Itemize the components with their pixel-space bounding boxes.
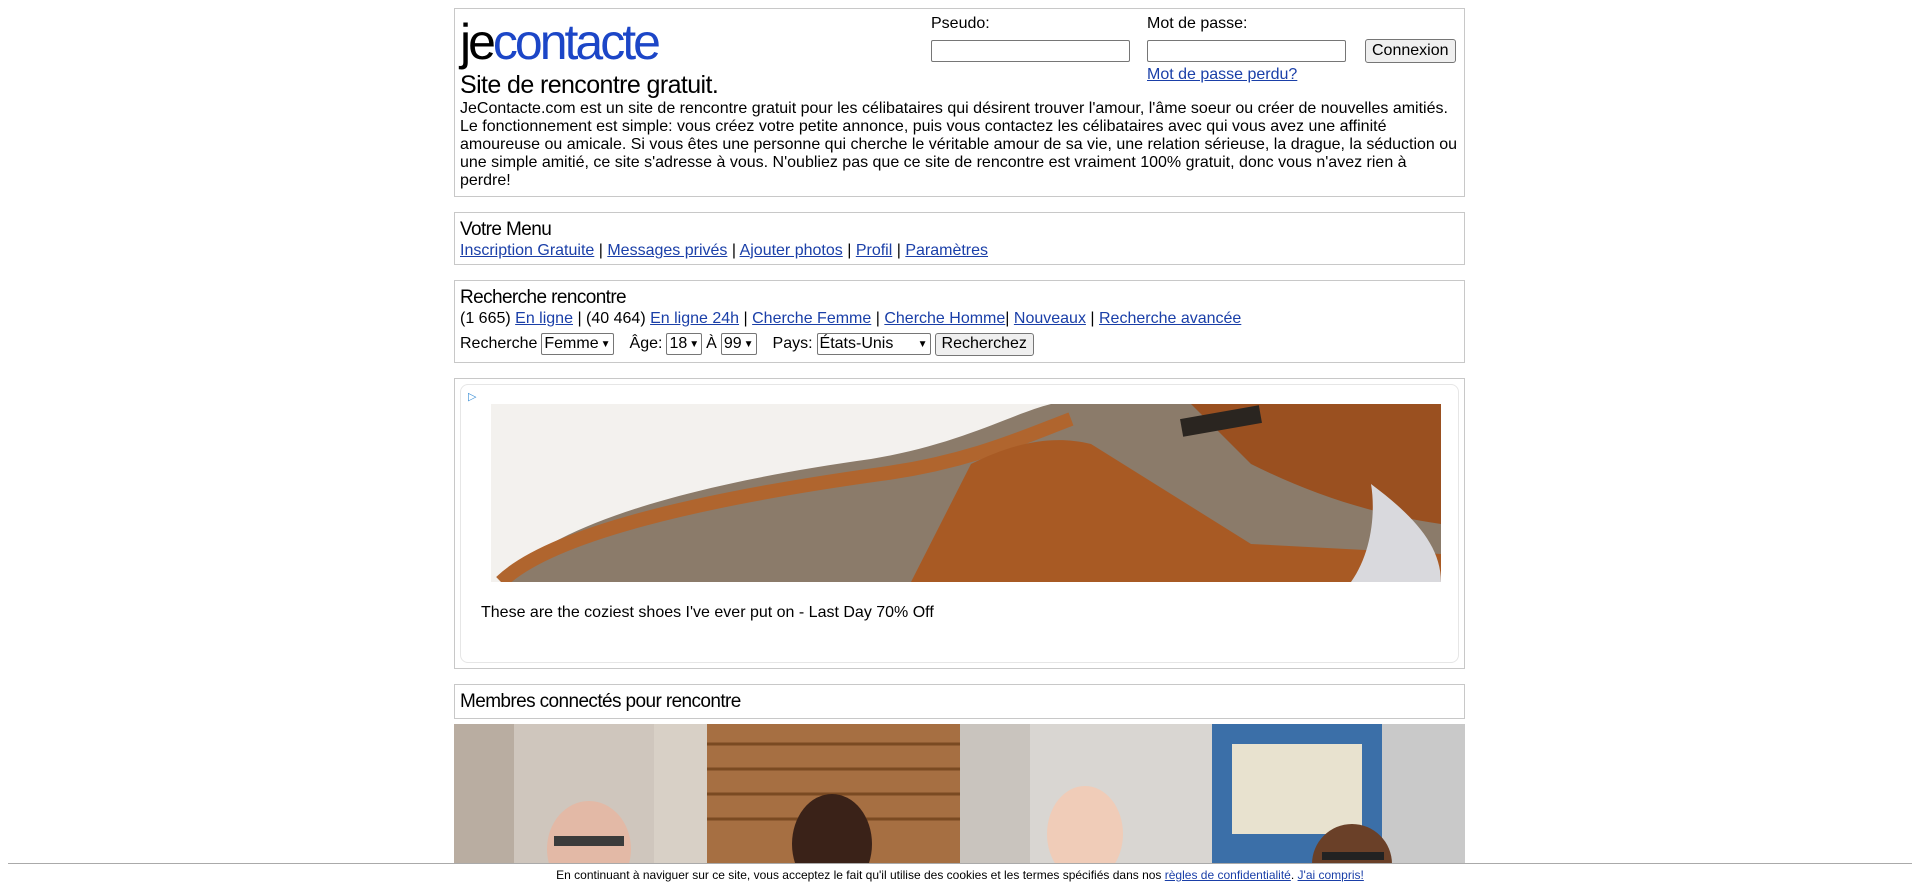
member-photo[interactable]	[454, 724, 707, 884]
chevron-down-icon: ▼	[600, 338, 611, 350]
separator: |	[1005, 310, 1010, 327]
tagline: Site de rencontre gratuit.	[460, 71, 719, 99]
separator: |	[896, 242, 901, 259]
search-quick-links: (1 665) En ligne | (40 464) En ligne 24h…	[460, 309, 1459, 329]
login-button[interactable]: Connexion	[1365, 39, 1456, 63]
menu-item-messages[interactable]: Messages privés	[607, 242, 727, 259]
members-header: Membres connectés pour rencontre	[454, 684, 1465, 719]
country-label: Pays:	[772, 335, 813, 352]
pseudo-label: Pseudo:	[931, 15, 990, 32]
intro-text: JeContacte.com est un site de rencontre …	[460, 100, 1458, 189]
menu-links: Inscription Gratuite | Messages privés |…	[460, 241, 1459, 261]
age-max-select[interactable]: 99 ▼	[720, 333, 757, 355]
shoe-image[interactable]	[491, 404, 1441, 582]
search-women-link[interactable]: Cherche Femme	[752, 310, 871, 327]
chevron-down-icon: ▼	[689, 338, 700, 350]
lost-password-link[interactable]: Mot de passe perdu?	[1147, 66, 1297, 84]
cookie-text: En continuant à naviguer sur ce site, vo…	[556, 868, 1162, 882]
logo-part2: contacte	[492, 14, 661, 70]
age-min-value: 18	[669, 335, 688, 352]
online24-link[interactable]: En ligne 24h	[650, 310, 739, 327]
password-input[interactable]	[1147, 40, 1346, 62]
site-logo[interactable]: jecontacte	[460, 14, 661, 70]
country-value: États-Unis	[819, 335, 894, 352]
separator: |	[847, 242, 852, 259]
member-photo[interactable]	[959, 724, 1213, 884]
chevron-down-icon: ▼	[917, 338, 928, 350]
separator: |	[875, 310, 880, 327]
password-label: Mot de passe:	[1147, 15, 1248, 32]
search-title: Recherche rencontre	[460, 287, 627, 308]
gender-value: Femme	[544, 335, 599, 352]
separator: |	[577, 310, 582, 327]
gender-select[interactable]: Femme ▼	[541, 333, 614, 355]
age-to-label: À	[706, 335, 717, 352]
page-container: jecontacte Site de rencontre gratuit. Ps…	[454, 8, 1465, 884]
cookie-accept-link[interactable]: J'ai compris!	[1298, 868, 1364, 882]
menu-item-inscription[interactable]: Inscription Gratuite	[460, 242, 594, 259]
separator: |	[598, 242, 603, 259]
advanced-search-link[interactable]: Recherche avancée	[1099, 310, 1241, 327]
ad-caption[interactable]: These are the coziest shoes I've ever pu…	[481, 604, 934, 622]
new-members-link[interactable]: Nouveaux	[1014, 310, 1086, 327]
ad-choices-icon[interactable]: ▷	[468, 390, 476, 403]
user-menu: Votre Menu Inscription Gratuite | Messag…	[454, 212, 1465, 265]
search-form: Recherche Femme ▼ Âge: 18 ▼ À 99 ▼ Pays:…	[460, 332, 1459, 356]
pseudo-input[interactable]	[931, 40, 1130, 62]
cookie-period: .	[1290, 868, 1295, 882]
ad-card[interactable]: ▷ These are the coziest shoes I've ever …	[460, 384, 1459, 663]
age-label: Âge:	[629, 335, 663, 352]
age-max-value: 99	[723, 335, 742, 352]
search-men-link[interactable]: Cherche Homme	[884, 310, 1005, 327]
separator: |	[743, 310, 748, 327]
menu-title: Votre Menu	[460, 219, 552, 240]
members-title: Membres connectés pour rencontre	[460, 691, 741, 712]
site-header: jecontacte Site de rencontre gratuit. Ps…	[454, 8, 1465, 197]
separator: |	[731, 242, 736, 259]
menu-item-profil[interactable]: Profil	[856, 242, 892, 259]
search-panel: Recherche rencontre (1 665) En ligne | (…	[454, 280, 1465, 363]
chevron-down-icon: ▼	[743, 338, 754, 350]
online-count: (1 665)	[460, 310, 511, 327]
online24-count: (40 464)	[586, 310, 646, 327]
menu-item-parametres[interactable]: Paramètres	[905, 242, 988, 259]
members-grid	[454, 724, 1465, 884]
privacy-policy-link[interactable]: règles de confidentialité	[1165, 868, 1291, 882]
logo-part1: je	[460, 14, 496, 70]
search-button[interactable]: Recherchez	[934, 332, 1034, 356]
cookie-consent-bar: En continuant à naviguer sur ce site, vo…	[8, 863, 1912, 889]
separator: |	[1090, 310, 1095, 327]
online-link[interactable]: En ligne	[515, 310, 573, 327]
member-photo[interactable]	[1212, 724, 1465, 884]
country-select[interactable]: États-Unis ▼	[816, 333, 931, 355]
search-label: Recherche	[460, 335, 538, 352]
age-min-select[interactable]: 18 ▼	[666, 333, 703, 355]
member-photo[interactable]	[706, 724, 960, 884]
ad-banner: ▷ These are the coziest shoes I've ever …	[454, 378, 1465, 669]
menu-item-photos[interactable]: Ajouter photos	[740, 242, 843, 259]
